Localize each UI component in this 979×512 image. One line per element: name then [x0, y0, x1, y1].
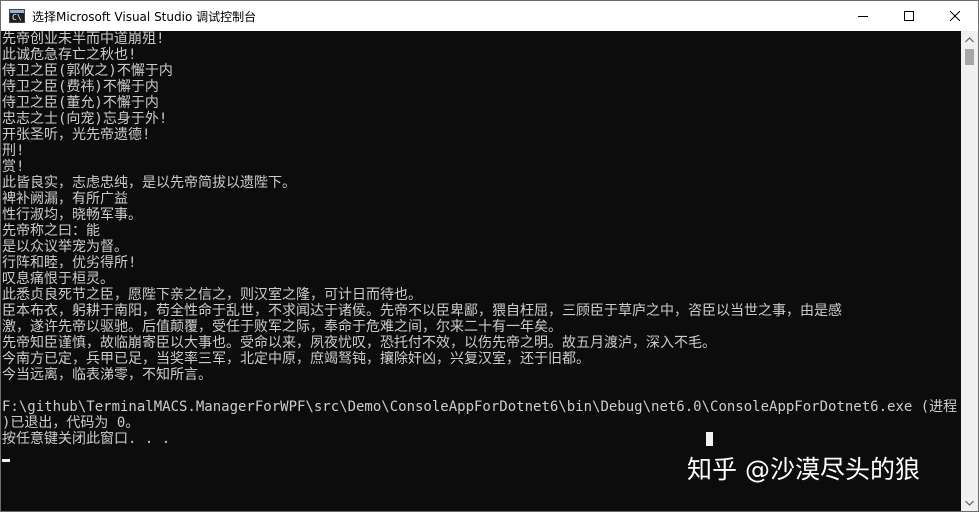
scroll-up-arrow-icon [965, 36, 974, 42]
title-bar[interactable]: C\ 选择Microsoft Visual Studio 调试控制台 [1, 1, 978, 31]
console-output[interactable]: 先帝创业未半而中道崩殂! 此诚危急存亡之秋也! 侍卫之臣(郭攸之)不懈于内 侍卫… [1, 31, 961, 511]
console-line: 先帝创业未半而中道崩殂! [2, 31, 165, 47]
console-line: 今南方已定，兵甲已足，当奖率三军，北定中原，庶竭驽钝，攘除奸凶，兴复汉室，还于旧… [2, 351, 590, 367]
console-line: 先帝称之曰：能 [2, 223, 100, 239]
scroll-down-button[interactable] [961, 494, 978, 511]
maximize-icon [904, 11, 914, 21]
console-line: 赏! [2, 159, 25, 175]
maximize-button[interactable] [886, 1, 932, 31]
scroll-down-arrow-icon [965, 500, 974, 506]
console-line: 性行淑均，晓畅军事。 [2, 207, 142, 223]
close-button[interactable] [932, 1, 978, 31]
console-line: 刑! [2, 143, 25, 159]
console-line: 先帝知臣谨慎，故临崩寄臣以大事也。受命以来，夙夜忧叹，恐托付不效，以伤先帝之明。… [2, 335, 716, 351]
console-caret [2, 459, 10, 462]
scroll-up-button[interactable] [961, 31, 978, 48]
console-line: 叹息痛恨于桓灵。 [2, 271, 114, 287]
console-line: )已退出，代码为 0。 [2, 415, 140, 431]
console-line: 开张圣听，光先帝遗德! [2, 127, 151, 143]
console-window: C\ 选择Microsoft Visual Studio 调试控制台 先帝创业未… [0, 0, 979, 512]
minimize-button[interactable] [840, 1, 886, 31]
console-line: 侍卫之臣(郭攸之)不懈于内 [2, 63, 173, 79]
scrollbar-thumb[interactable] [965, 49, 974, 65]
app-icon-glyph: C\ [12, 13, 22, 22]
minimize-icon [858, 16, 868, 17]
console-line: 今当远离，临表涕零，不知所言。 [2, 367, 212, 383]
vertical-scrollbar[interactable] [961, 31, 978, 511]
console-app-icon[interactable]: C\ [9, 9, 25, 23]
caption-buttons [840, 1, 978, 31]
console-line: 侍卫之臣(董允)不懈于内 [2, 95, 159, 111]
console-line: 按任意键关闭此窗口. . . [2, 431, 171, 447]
console-line: 此皆良实，志虑忠纯，是以先帝简拔以遗陛下。 [2, 175, 296, 191]
console-line: 裨补阙漏，有所广益 [2, 191, 128, 207]
watermark: 知乎 @沙漠尽头的狼 [687, 455, 920, 484]
console-line: 是以众议举宠为督。 [2, 239, 128, 255]
console-line: 激，遂许先帝以驱驰。后值颠覆，受任于败军之际，奉命于危难之间，尔来二十有一年矣。 [2, 319, 562, 335]
console-line: 侍卫之臣(费祎)不懈于内 [2, 79, 159, 95]
console-line: 臣本布衣，躬耕于南阳，苟全性命于乱世，不求闻达于诸侯。先帝不以臣卑鄙，猥自枉屈，… [2, 303, 842, 319]
console-line: 行阵和睦，优劣得所! [2, 255, 137, 271]
close-icon [950, 11, 960, 21]
console-line: F:\github\TerminalMACS.ManagerForWPF\src… [2, 399, 961, 415]
console-line: 此悉贞良死节之臣，愿陛下亲之信之，则汉室之隆，可计日而待也。 [2, 287, 422, 303]
window-title: 选择Microsoft Visual Studio 调试控制台 [32, 9, 257, 24]
mouse-text-cursor [706, 432, 713, 446]
console-line: 此诚危急存亡之秋也! [2, 47, 137, 63]
console-line: 忠志之士(向宠)忘身于外! [2, 111, 168, 127]
